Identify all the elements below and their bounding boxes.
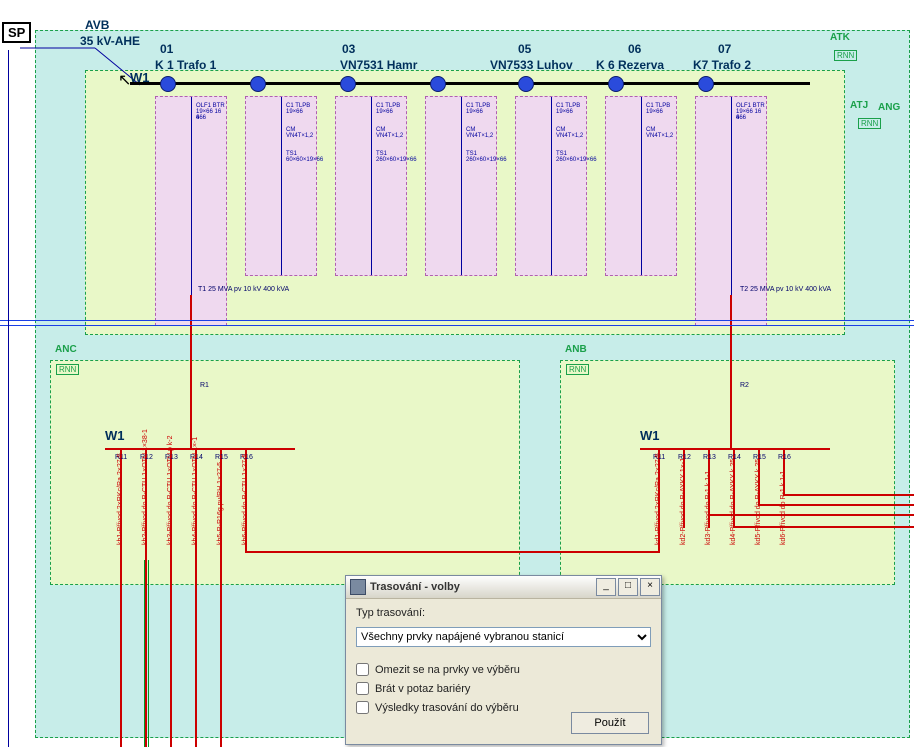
tracing-type-label: Typ trasování:: [356, 607, 651, 619]
anb-r6: R16: [778, 454, 791, 461]
tag-anb-in: R2: [740, 382, 749, 389]
anc-lbl-4: kb4-Přívod do R-CTU 1×OTU 1×-1: [192, 437, 199, 545]
anb-r3: R13: [703, 454, 716, 461]
label-ang: ANG: [878, 102, 900, 113]
bayname-1: VN7531 Hamr: [340, 58, 417, 72]
feeder-left-drop: [190, 295, 192, 450]
bayname-4: K7 Trafo 2: [693, 58, 751, 72]
baynum-06: 06: [628, 42, 641, 56]
sp-box[interactable]: SP: [2, 22, 31, 43]
left-vline: [8, 50, 9, 747]
anb-lbl-4: kd4-Přívod do R-AYKY k 25: [730, 459, 737, 545]
node-04[interactable]: [430, 76, 446, 92]
anc-r5: R15: [215, 454, 228, 461]
label-atk: ATK: [830, 32, 850, 43]
anb-out-2: [783, 494, 914, 496]
label-anc: ANC: [55, 344, 77, 355]
feeder-right-drop: [730, 295, 732, 450]
label-anb: ANB: [565, 344, 587, 355]
w1-anc: W1: [105, 428, 125, 443]
anc-lbl-5: kb5-R-R16g pv/RH 1×27-5: [217, 462, 224, 545]
anb-lbl-2: kd2-Přívod do R-AYKY 1×-1: [680, 458, 687, 545]
node-03[interactable]: [340, 76, 356, 92]
close-button[interactable]: ×: [640, 578, 660, 596]
bay-05[interactable]: C1 TLPB 19×66 CM VN4T×1,2 TS1 260×60×19×…: [515, 96, 587, 276]
bay-06[interactable]: C1 TLPB 19×66 CM VN4T×1,2: [605, 96, 677, 276]
bay-02[interactable]: C1 TLPB 19×66 CM VN4T×1,2 TS1 60×60×19×6…: [245, 96, 317, 276]
xline-2: [0, 325, 914, 326]
tag-t2: T2 25 MVA pv 10 kV 400 kVA: [740, 286, 831, 293]
node-06[interactable]: [608, 76, 624, 92]
w1-main: W1: [130, 70, 150, 85]
rnn-anc: RNN: [56, 364, 79, 375]
anc-lbl-6: kb6-Přívod do R-CTU 1×27-5: [242, 454, 249, 545]
limit-selection-input[interactable]: [356, 663, 369, 676]
bayname-3: K 6 Rezerva: [596, 58, 664, 72]
bay-04[interactable]: C1 TLPB 19×66 CM VN4T×1,2 TS1 260×60×19×…: [425, 96, 497, 276]
anc-lbl-1: kb1-Přívod 2×RKc/Ra 2×27-5: [117, 453, 124, 545]
tracing-type-select[interactable]: Všechny prvky napájené vybranou stanicí: [356, 627, 651, 647]
anc-lbl-2: kb2-Přívod do R-CTU 1×OTU 1×38-1: [142, 429, 149, 545]
baynum-05: 05: [518, 42, 531, 56]
label-35kv: 35 kV-AHE: [80, 34, 140, 48]
xline-1: [0, 320, 914, 321]
dialog-title: Trasování - volby: [370, 581, 595, 593]
node-01[interactable]: [160, 76, 176, 92]
dialog-icon: [350, 579, 366, 595]
label-atj: ATJ: [850, 100, 868, 111]
dialog-body: Typ trasování: Všechny prvky napájené vy…: [346, 599, 661, 744]
tag-t1: T1 25 MVA pv 10 kV 400 kVA: [198, 286, 289, 293]
node-07[interactable]: [698, 76, 714, 92]
canvas-root: ATK RNN ATJ ANG RNN ANC RNN ANB RNN SP A…: [0, 0, 914, 747]
barriers-input[interactable]: [356, 682, 369, 695]
anb-lbl-3: kd3-Přívod do R-1 k 1-1: [705, 471, 712, 545]
maximize-button[interactable]: □: [618, 578, 638, 596]
baynum-07: 07: [718, 42, 731, 56]
tag-anc-in: R1: [200, 382, 209, 389]
rnn-ang: RNN: [858, 118, 881, 129]
anb-lbl-6: kd6-Přívod do R-1 k 1-1: [780, 471, 787, 545]
results-label: Výsledky trasování do výběru: [375, 702, 519, 714]
bayname-2: VN7533 Luhov: [490, 58, 573, 72]
limit-selection-label: Omezit se na prvky ve výběru: [375, 664, 520, 676]
baynum-03: 03: [342, 42, 355, 56]
green-cont-1: [144, 560, 145, 747]
tie-line: [245, 551, 660, 553]
anc-lbl-3: kb3-Přívod do R-CTU 1×OTU p k-2: [167, 435, 174, 545]
results-input[interactable]: [356, 701, 369, 714]
minimize-button[interactable]: _: [596, 578, 616, 596]
bay-03[interactable]: C1 TLPB 19×66 CM VN4T×1,2 TS1 260×60×19×…: [335, 96, 407, 276]
anb-lbl-1: kd1-Přívod 2×RKc/Ra 2×27-5: [655, 453, 662, 545]
apply-button[interactable]: Použít: [571, 712, 649, 734]
label-avb: AVB: [85, 18, 109, 32]
bus-anb: [640, 448, 830, 450]
anb-out-4: [708, 514, 914, 516]
rnn-anb: RNN: [566, 364, 589, 375]
limit-selection-checkbox[interactable]: Omezit se na prvky ve výběru: [356, 663, 651, 676]
rnn-atk: RNN: [834, 50, 857, 61]
green-cont-2: [148, 560, 149, 747]
dialog-titlebar[interactable]: Trasování - volby _ □ ×: [346, 576, 661, 599]
baynum-01: 01: [160, 42, 173, 56]
bayname-0: K 1 Trafo 1: [155, 58, 216, 72]
node-02[interactable]: [250, 76, 266, 92]
w1-anb: W1: [640, 428, 660, 443]
node-05[interactable]: [518, 76, 534, 92]
barriers-checkbox[interactable]: Brát v potaz bariéry: [356, 682, 651, 695]
anb-lbl-5: kd5-Přívod do R-AYKY k 25: [755, 459, 762, 545]
barriers-label: Brát v potaz bariéry: [375, 683, 470, 695]
bus-anc: [105, 448, 295, 450]
tracing-dialog[interactable]: Trasování - volby _ □ × Typ trasování: V…: [345, 575, 662, 745]
